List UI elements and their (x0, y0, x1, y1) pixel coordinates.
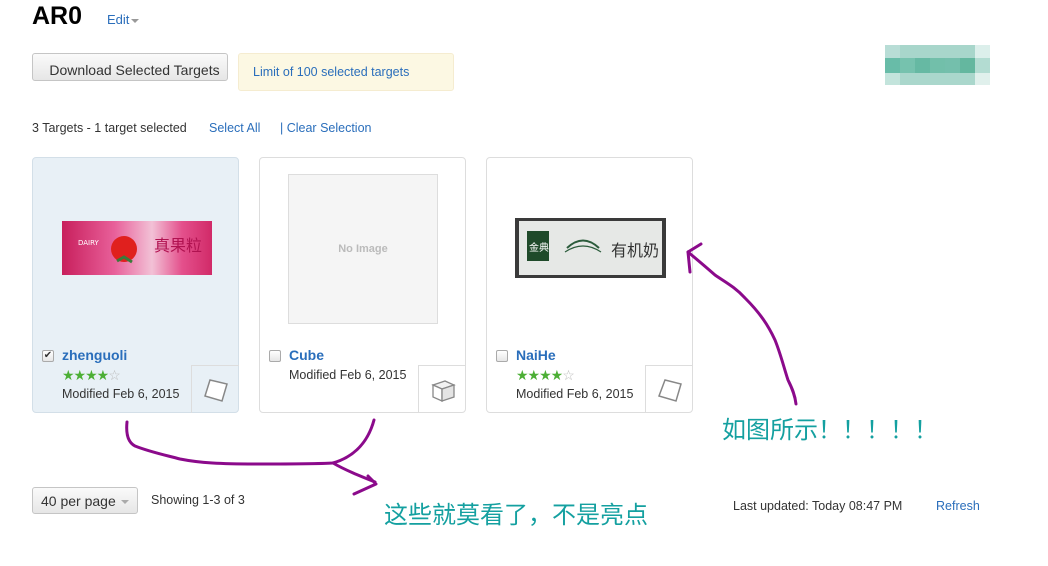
modified-date: Modified Feb 6, 2015 (62, 387, 180, 401)
svg-text:有机奶: 有机奶 (611, 241, 659, 260)
modified-date: Modified Feb 6, 2015 (289, 368, 407, 382)
modified-date: Modified Feb 6, 2015 (516, 387, 634, 401)
target-checkbox[interactable]: ✔ (42, 350, 54, 362)
target-name-link[interactable]: zhenguoli (62, 347, 127, 363)
annotation-arrow-up (686, 250, 798, 406)
blurred-user-info (885, 45, 990, 85)
target-thumbnail[interactable]: 真果粒 DAIRY (62, 221, 212, 275)
star-empty-icon: ☆ (562, 367, 575, 383)
chevron-down-icon (131, 18, 140, 23)
edit-label: Edit (107, 12, 130, 27)
image-target-icon (658, 379, 682, 402)
annotation-arrowhead-down (352, 474, 378, 496)
target-name-link[interactable]: NaiHe (516, 347, 556, 363)
target-type-badge (191, 365, 239, 413)
download-selected-button[interactable]: Download Selected Targets (32, 53, 228, 81)
target-name-link[interactable]: Cube (289, 347, 324, 363)
star-empty-icon: ☆ (108, 367, 121, 383)
target-checkbox[interactable] (269, 350, 281, 362)
target-card-zhenguoli[interactable]: 真果粒 DAIRY ✔ zhenguoli ★★★★☆ Modified Feb… (32, 157, 239, 413)
target-type-badge (418, 365, 466, 413)
per-page-dropdown[interactable]: 40 per page (32, 487, 138, 514)
target-type-badge (645, 365, 693, 413)
clear-selection-link[interactable]: | Clear Selection (280, 121, 372, 135)
last-updated: Last updated: Today 08:47 PM (733, 499, 903, 513)
no-image-placeholder[interactable]: No Image (288, 174, 438, 324)
per-page-label: 40 per page (41, 493, 116, 509)
selection-summary: 3 Targets - 1 target selected (32, 121, 187, 135)
annotation-note-ignore: 这些就莫看了，不是亮点 (384, 501, 648, 529)
annotation-note-highlight: 如图所示！！！！！ (722, 416, 938, 444)
image-target-icon (204, 379, 228, 402)
svg-text:DAIRY: DAIRY (78, 239, 100, 247)
showing-count: Showing 1-3 of 3 (151, 493, 245, 507)
rating-stars: ★★★★☆ (62, 367, 121, 384)
chevron-down-icon (120, 500, 129, 505)
edit-dropdown[interactable]: Edit (107, 12, 140, 27)
rating-stars: ★★★★☆ (516, 367, 575, 384)
select-all-link[interactable]: Select All (209, 121, 260, 135)
annotation-arrow-down (331, 461, 377, 484)
refresh-link[interactable]: Refresh (936, 499, 980, 513)
target-card-cube[interactable]: No Image Cube Modified Feb 6, 2015 (259, 157, 466, 413)
svg-text:真果粒: 真果粒 (154, 236, 202, 255)
annotation-bracket (125, 418, 376, 466)
star-filled-icon: ★★★★ (62, 367, 109, 383)
svg-text:金典: 金典 (529, 241, 549, 254)
page-title: AR0 (32, 2, 83, 30)
limit-notice: Limit of 100 selected targets (238, 53, 454, 91)
target-checkbox[interactable] (496, 350, 508, 362)
target-card-naihe[interactable]: 金典 有机奶 NaiHe ★★★★☆ Modified Feb 6, 2015 (486, 157, 693, 413)
cube-icon (431, 380, 456, 403)
star-filled-icon: ★★★★ (516, 367, 563, 383)
target-thumbnail[interactable]: 金典 有机奶 (515, 218, 666, 278)
